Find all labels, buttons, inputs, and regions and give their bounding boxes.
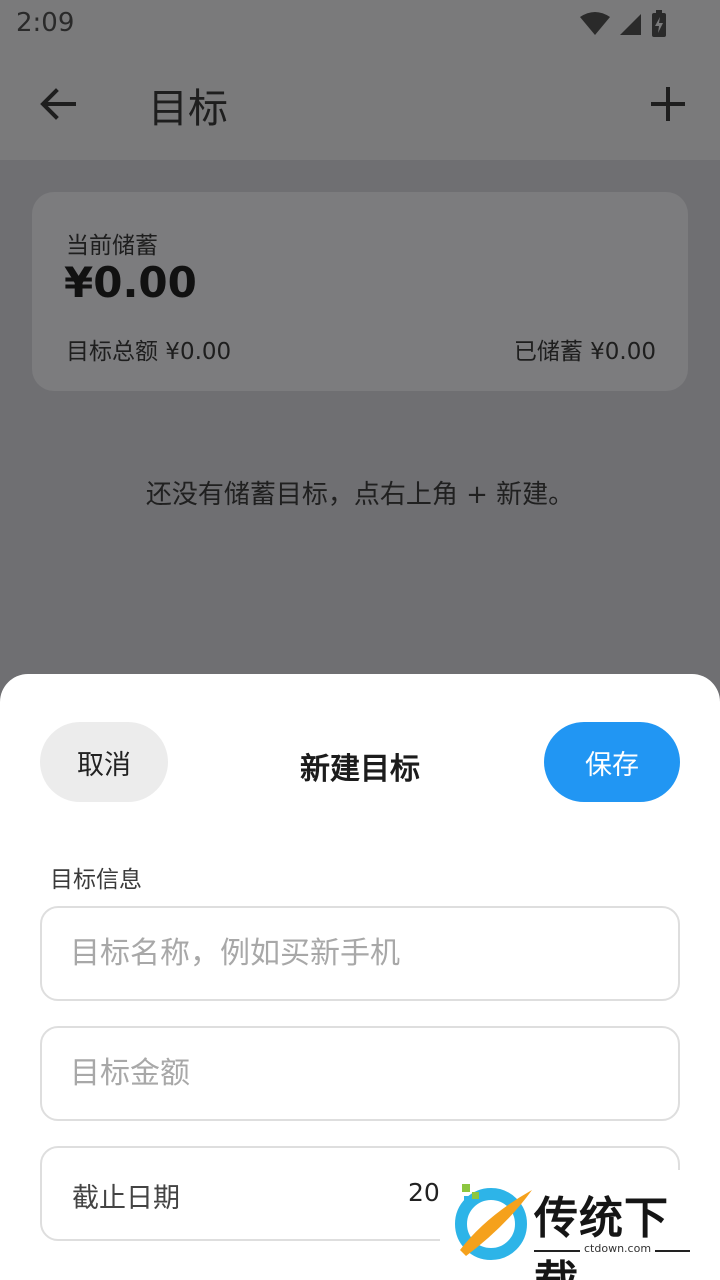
goal-amount-input[interactable] [42,1028,678,1119]
goal-name-field [40,906,680,1001]
save-button[interactable]: 保存 [544,722,680,802]
section-label-goal-info: 目标信息 [50,867,142,893]
saved-total: 已储蓄 ¥0.00 [513,339,656,365]
arrow-left-icon [40,88,76,120]
deadline-label: 截止日期 [72,1183,180,1214]
goal-amount-field [40,1026,680,1121]
target-total: 目标总额 ¥0.00 [66,339,232,365]
plus-icon [651,87,685,121]
back-button[interactable] [34,80,82,128]
status-time: 2:09 [16,8,75,38]
watermark: 传统下载 ctdown.com [440,1170,710,1280]
wifi-icon [580,12,610,35]
deadline-value: 20 [408,1178,440,1207]
status-bar: 2:09 [0,0,720,48]
cellular-signal-icon [620,14,641,35]
empty-state-message: 还没有储蓄目标，点右上角 + 新建。 [145,480,575,510]
savings-summary-card: 当前储蓄 ¥0.00 目标总额 ¥0.00 已储蓄 ¥0.00 [32,192,688,391]
goal-name-input[interactable] [42,908,678,999]
page-title: 目标 [148,86,228,132]
watermark-domain: ctdown.com [580,1242,656,1255]
status-icons [580,10,668,38]
watermark-text: 传统下载 [534,1193,669,1280]
app-bar: 目标 [0,48,720,160]
current-savings-label: 当前储蓄 [66,233,158,259]
add-goal-button[interactable] [644,80,692,128]
battery-charging-icon [652,10,666,37]
current-savings-amount: ¥0.00 [64,258,197,307]
watermark-logo-icon [455,1184,532,1260]
